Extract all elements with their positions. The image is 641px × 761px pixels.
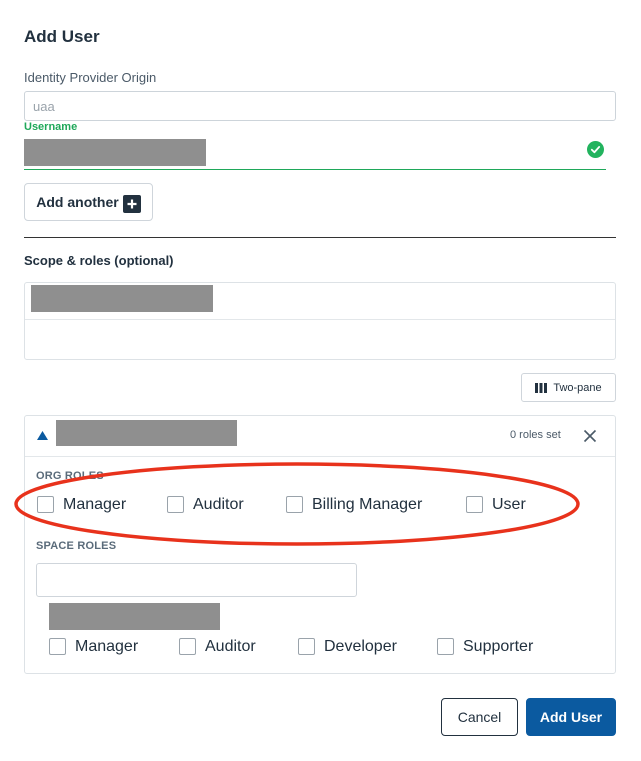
org-role-user-label: User (492, 496, 526, 513)
org-role-auditor-label: Auditor (193, 496, 244, 513)
username-underline (24, 169, 606, 170)
identity-provider-label: Identity Provider Origin (24, 70, 157, 85)
add-another-button[interactable]: Add another (24, 183, 153, 221)
caret-up-icon[interactable] (37, 431, 48, 440)
space-role-auditor-label: Auditor (205, 638, 256, 655)
two-pane-button[interactable]: Two-pane (521, 373, 616, 402)
space-selector[interactable] (36, 563, 357, 597)
two-pane-label: Two-pane (553, 381, 602, 394)
org-name-redacted (56, 420, 237, 446)
page-title: Add User (24, 27, 100, 46)
add-another-label: Add another (36, 194, 119, 210)
username-value-redacted[interactable] (24, 139, 206, 166)
org-role-user-checkbox[interactable] (466, 496, 483, 513)
org-roles-heading: ORG ROLES (36, 470, 104, 482)
space-name-redacted (49, 603, 220, 630)
org-role-billing-manager-label: Billing Manager (312, 496, 423, 513)
username-label: Username (24, 121, 78, 133)
org-role-manager-label: Manager (63, 496, 127, 513)
space-role-manager-checkbox[interactable] (49, 638, 66, 655)
check-circle-icon (587, 141, 604, 158)
org-role-billing-manager-checkbox[interactable] (286, 496, 303, 513)
add-user-button[interactable]: Add User (526, 698, 616, 736)
scope-org-redacted[interactable] (31, 285, 213, 312)
roles-count: 0 roles set (510, 429, 561, 441)
space-role-supporter-label: Supporter (463, 638, 534, 655)
org-panel-header-separator (25, 456, 615, 457)
scope-separator (25, 319, 615, 320)
plus-icon (122, 195, 141, 213)
space-role-developer-checkbox[interactable] (298, 638, 315, 655)
space-role-developer-label: Developer (324, 638, 397, 655)
identity-provider-input[interactable] (24, 91, 616, 121)
scope-roles-title: Scope & roles (optional) (24, 253, 174, 268)
close-icon[interactable] (582, 428, 598, 444)
section-divider (24, 237, 616, 238)
space-role-supporter-checkbox[interactable] (437, 638, 454, 655)
columns-icon (535, 382, 548, 393)
space-role-manager-label: Manager (75, 638, 139, 655)
org-role-manager-checkbox[interactable] (37, 496, 54, 513)
org-role-auditor-checkbox[interactable] (167, 496, 184, 513)
cancel-button[interactable]: Cancel (441, 698, 518, 736)
space-role-auditor-checkbox[interactable] (179, 638, 196, 655)
space-roles-heading: SPACE ROLES (36, 540, 117, 552)
